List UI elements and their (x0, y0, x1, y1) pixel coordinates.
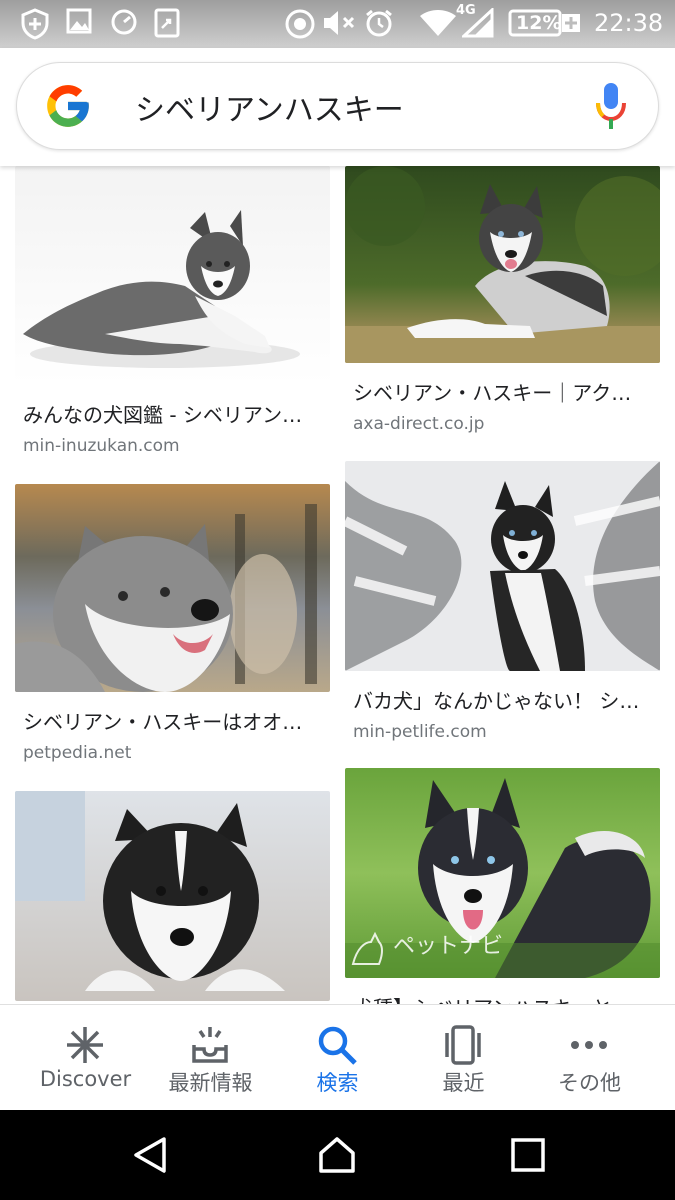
image-result-card[interactable]: シベリアン・ハスキー｜アク… axa-direct.co.jp (345, 166, 660, 434)
speedometer-icon (110, 8, 138, 36)
result-thumbnail[interactable] (15, 166, 330, 385)
dog-silhouette-icon (349, 928, 389, 968)
system-navigation-bar (0, 1110, 675, 1200)
wifi-icon (418, 8, 458, 38)
result-domain[interactable]: min-petlife.com (353, 722, 660, 742)
watermark-text: ペットナビ (393, 934, 504, 959)
result-title[interactable]: バカ犬」なんかじゃない！ シ… (353, 685, 653, 714)
nav-more[interactable]: その他 (522, 1005, 657, 1111)
search-bar[interactable]: シベリアンハスキー (16, 62, 659, 150)
nav-search[interactable]: 検索 (270, 1005, 405, 1111)
husky-lying-grass-image (345, 166, 660, 363)
battery-percent: 12% (516, 12, 562, 34)
microphone-icon[interactable] (593, 79, 629, 135)
back-icon[interactable] (130, 1135, 170, 1175)
nav-label: Discover (39, 1067, 132, 1091)
data-saver-icon (284, 8, 316, 40)
result-domain[interactable]: min-inuzukan.com (23, 436, 330, 456)
home-icon[interactable] (317, 1135, 357, 1175)
share-file-icon (154, 8, 180, 38)
result-title[interactable]: 犬種】シベリアンハスキーと… (353, 992, 653, 1004)
husky-closeup-image (15, 504, 317, 692)
inbox-updates-icon (188, 1023, 232, 1067)
result-thumbnail[interactable] (345, 166, 660, 363)
result-title[interactable]: シベリアン・ハスキーはオオ… (23, 706, 323, 735)
asterisk-icon (63, 1023, 107, 1067)
result-domain[interactable]: petpedia.net (23, 743, 330, 763)
nav-label: 最新情報 (168, 1071, 253, 1095)
google-logo-icon[interactable] (43, 81, 93, 131)
image-result-card[interactable] (15, 791, 330, 1004)
bottom-navigation: Discover 最新情報 検索 最近 その他 (0, 1004, 675, 1110)
image-result-card[interactable]: みんなの犬図鑑 - シベリアン… min-inuzukan.com (15, 166, 330, 456)
shield-plus-icon (20, 8, 50, 40)
image-result-card[interactable]: バカ犬」なんかじゃない！ シ… min-petlife.com (345, 461, 660, 742)
image-result-card[interactable]: シベリアン・ハスキーはオオ… petpedia.net (15, 484, 330, 763)
image-result-card[interactable]: ペットナビ 犬種】シベリアンハスキーと… (345, 768, 660, 1004)
recent-cards-icon (441, 1023, 485, 1067)
search-icon (315, 1023, 359, 1067)
result-thumbnail[interactable] (345, 461, 660, 671)
nav-discover[interactable]: Discover (18, 1005, 153, 1111)
nav-label: 検索 (316, 1071, 359, 1095)
nav-label: その他 (558, 1071, 621, 1095)
husky-puppy-image (23, 210, 300, 368)
nav-recent[interactable]: 最近 (396, 1005, 531, 1111)
mute-icon (322, 8, 356, 38)
image-icon (66, 8, 92, 34)
more-dots-icon (567, 1023, 611, 1067)
result-thumbnail[interactable]: ペットナビ (345, 768, 660, 978)
husky-snow-image (345, 461, 660, 671)
result-thumbnail[interactable] (15, 484, 330, 692)
result-thumbnail[interactable] (15, 791, 330, 1001)
result-domain[interactable]: axa-direct.co.jp (353, 414, 660, 434)
result-title[interactable]: シベリアン・ハスキー｜アク… (353, 377, 653, 406)
search-query[interactable]: シベリアンハスキー (135, 85, 404, 129)
signal-icon (462, 8, 494, 38)
nav-updates[interactable]: 最新情報 (143, 1005, 278, 1111)
alarm-icon (364, 8, 394, 38)
husky-puppy-face-image (15, 791, 285, 991)
image-results-grid[interactable]: みんなの犬図鑑 - シベリアン… min-inuzukan.com シベリアン・… (0, 166, 675, 1004)
result-title[interactable]: みんなの犬図鑑 - シベリアン… (23, 399, 323, 428)
status-bar: 4G 12% 22:38 (0, 0, 675, 48)
recents-icon[interactable] (508, 1135, 548, 1175)
search-header: シベリアンハスキー (0, 48, 675, 166)
clock: 22:38 (594, 9, 664, 37)
nav-label: 最近 (442, 1071, 485, 1095)
